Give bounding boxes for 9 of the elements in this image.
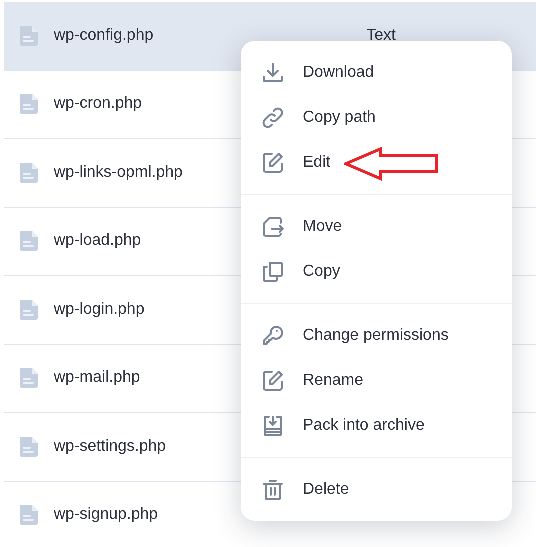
file-name: wp-load.php (54, 232, 142, 250)
file-name: wp-signup.php (54, 506, 158, 524)
file-name: wp-mail.php (54, 369, 140, 388)
file-name: wp-cron.php (54, 95, 142, 114)
file-type: Text (366, 26, 396, 45)
file-name: wp-config.php (54, 26, 154, 45)
file-name: wp-login.php (54, 300, 145, 319)
file-name: wp-settings.php (54, 438, 166, 456)
file-name: wp-links-opml.php (54, 164, 183, 182)
